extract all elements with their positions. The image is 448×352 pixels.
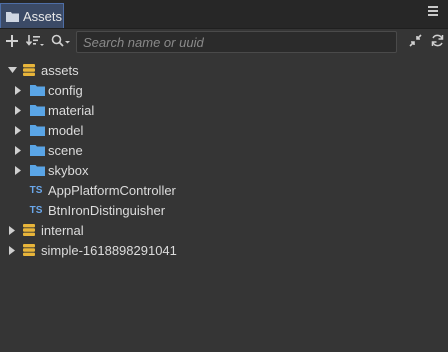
tree-item-label: assets [41,62,79,78]
tree-item-assets[interactable]: assets [0,60,448,80]
tab-assets[interactable]: Assets [0,3,64,28]
tree-item-script-btn-iron-distinguisher[interactable]: TS BtnIronDistinguisher [0,200,448,220]
tree-item-config[interactable]: config [0,80,448,100]
folder-icon [29,123,45,137]
tree-item-label: simple-1618898291041 [41,242,177,258]
refresh-icon [431,34,444,50]
add-button[interactable] [3,29,21,55]
typescript-icon: TS [29,184,43,196]
tree-item-label: BtnIronDistinguisher [48,202,166,218]
panel-menu-button[interactable] [428,6,438,20]
typescript-icon: TS [29,204,43,216]
folder-icon [29,163,45,177]
chevron-right-icon[interactable] [7,225,17,235]
tree-item-scene[interactable]: scene [0,140,448,160]
tree-item-label: model [48,122,84,138]
tree-item-label: material [48,102,95,118]
database-icon [21,63,37,77]
chevron-right-icon[interactable] [13,85,23,95]
search-input[interactable] [76,31,397,53]
chevron-right-icon[interactable] [13,105,23,115]
folder-icon [29,83,45,97]
search-filter-icon [51,34,71,50]
database-icon [21,243,37,257]
tree-item-script-app-platform-controller[interactable]: TS AppPlatformController [0,180,448,200]
sort-icon [25,34,44,50]
tree-item-skybox[interactable]: skybox [0,160,448,180]
tree-item-label: config [48,82,83,98]
tree-item-material[interactable]: material [0,100,448,120]
tree-item-label: scene [48,142,83,158]
search-filter-button[interactable] [50,29,72,55]
chevron-down-icon[interactable] [7,65,17,75]
folder-icon [29,103,45,117]
collapse-all-button[interactable] [406,29,424,55]
refresh-button[interactable] [428,29,446,55]
tree-item-label: skybox [48,162,89,178]
tab-title: Assets [23,8,63,24]
tree-item-model[interactable]: model [0,120,448,140]
tree-item-internal[interactable]: internal [0,220,448,240]
folder-icon [6,10,19,23]
database-icon [21,223,37,237]
panel-tab-bar: Assets [0,0,448,29]
chevron-right-icon[interactable] [7,245,17,255]
folder-icon [29,143,45,157]
collapse-icon [408,34,422,50]
tree-item-simple[interactable]: simple-1618898291041 [0,240,448,260]
plus-icon [6,34,18,50]
tree-item-label: internal [41,222,84,238]
tree-item-label: AppPlatformController [48,182,176,198]
chevron-right-icon[interactable] [13,165,23,175]
assets-toolbar [0,29,448,55]
chevron-right-icon[interactable] [13,125,23,135]
sort-button[interactable] [24,29,46,55]
chevron-right-icon[interactable] [13,145,23,155]
